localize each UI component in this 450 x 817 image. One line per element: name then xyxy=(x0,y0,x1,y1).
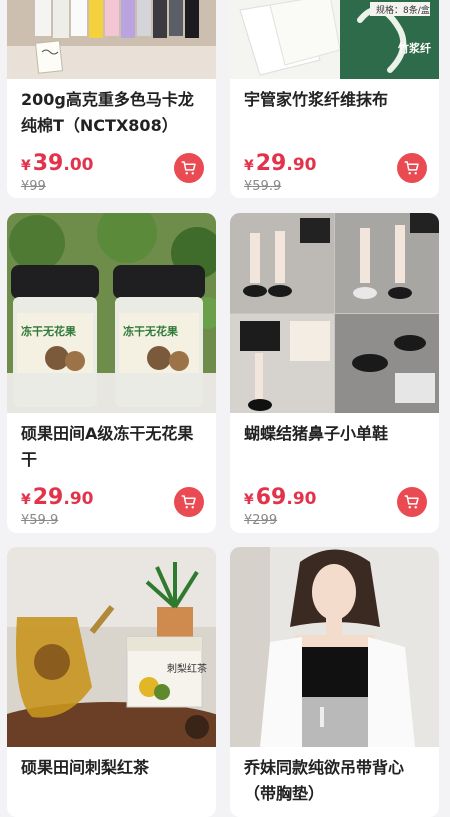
current-price: ¥69.90 xyxy=(244,485,317,510)
current-price: ¥29.90 xyxy=(244,151,317,176)
product-title[interactable]: 乔妹同款纯欲吊带背心（带胸垫） xyxy=(230,747,439,807)
jar-label-text: 冻干无花果 xyxy=(21,324,76,338)
bamboo-cloth-photo-icon: 规格：8条/盒 竹浆纤 xyxy=(230,0,439,79)
product-image[interactable]: 刺梨红茶 xyxy=(7,547,216,747)
price-integer: 29 xyxy=(32,485,64,510)
price-row: ¥69.90 ¥299 xyxy=(230,473,439,533)
product-image[interactable]: 规格：8条/盒 竹浆纤 xyxy=(230,0,439,79)
product-image[interactable] xyxy=(7,0,216,79)
shopping-cart-icon xyxy=(181,161,196,175)
product-image[interactable]: 冻干无花果 冻干无花果 xyxy=(7,213,216,413)
current-price: ¥39.00 xyxy=(21,151,94,176)
original-price: ¥59.9 xyxy=(21,513,59,528)
currency-symbol: ¥ xyxy=(244,492,254,508)
product-title[interactable]: 200g高克重多色马卡龙纯棉T（NCTX808） xyxy=(7,79,216,139)
dried-fig-jars-photo-icon: 冻干无花果 冻干无花果 xyxy=(7,213,216,413)
product-card[interactable]: 200g高克重多色马卡龙纯棉T（NCTX808） ¥39.00 ¥99 xyxy=(7,0,216,198)
price-decimal: .90 xyxy=(63,489,94,509)
tea-set-photo-icon: 刺梨红茶 xyxy=(7,547,216,747)
currency-symbol: ¥ xyxy=(21,158,31,174)
product-title[interactable]: 硕果田间刺梨红茶 xyxy=(7,747,216,807)
price-integer: 39 xyxy=(32,151,64,176)
price-decimal: .00 xyxy=(63,155,94,175)
add-to-cart-button[interactable] xyxy=(174,153,204,183)
jar-label-text: 冻干无花果 xyxy=(123,324,178,338)
add-to-cart-button[interactable] xyxy=(174,487,204,517)
box-label-text: 刺梨红茶 xyxy=(167,662,207,675)
current-price: ¥29.90 xyxy=(21,485,94,510)
price-row: ¥29.90 ¥59.9 xyxy=(7,473,216,533)
product-card[interactable]: 蝴蝶结猪鼻子小单鞋 ¥69.90 ¥299 xyxy=(230,213,439,533)
price-decimal: .90 xyxy=(286,489,317,509)
shopping-cart-icon xyxy=(181,495,196,509)
add-to-cart-button[interactable] xyxy=(397,153,427,183)
currency-symbol: ¥ xyxy=(244,158,254,174)
original-price: ¥299 xyxy=(244,513,278,528)
price-decimal: .90 xyxy=(286,155,317,175)
product-card[interactable]: 乔妹同款纯欲吊带背心（带胸垫） xyxy=(230,547,439,817)
product-title[interactable]: 蝴蝶结猪鼻子小单鞋 xyxy=(230,413,439,473)
price-integer: 69 xyxy=(255,485,287,510)
product-title[interactable]: 硕果田间A级冻干无花果干 xyxy=(7,413,216,473)
tshirt-rack-photo-icon xyxy=(7,0,216,79)
product-title[interactable]: 宇管家竹浆纤维抹布 xyxy=(230,79,439,139)
original-price: ¥99 xyxy=(21,179,46,194)
product-image[interactable] xyxy=(230,547,439,747)
price-row: ¥29.90 ¥59.9 xyxy=(230,139,439,198)
price-integer: 29 xyxy=(255,151,287,176)
image-spec-text: 规格：8条/盒 xyxy=(376,4,430,16)
price-row: ¥39.00 ¥99 xyxy=(7,139,216,198)
product-card[interactable]: 规格：8条/盒 竹浆纤 宇管家竹浆纤维抹布 ¥29.90 ¥59.9 xyxy=(230,0,439,198)
model-tank-top-photo-icon xyxy=(230,547,439,747)
add-to-cart-button[interactable] xyxy=(397,487,427,517)
product-card[interactable]: 刺梨红茶 硕果田间刺梨红茶 xyxy=(7,547,216,817)
product-card[interactable]: 冻干无花果 冻干无花果 硕果田间A级冻干无花果干 ¥29.90 ¥59.9 xyxy=(7,213,216,533)
currency-symbol: ¥ xyxy=(21,492,31,508)
image-label-text: 竹浆纤 xyxy=(397,41,431,55)
shopping-cart-icon xyxy=(404,161,419,175)
shoes-collage-photo-icon xyxy=(230,213,439,413)
product-image[interactable] xyxy=(230,213,439,413)
shopping-cart-icon xyxy=(404,495,419,509)
original-price: ¥59.9 xyxy=(244,179,282,194)
product-grid: 200g高克重多色马卡龙纯棉T（NCTX808） ¥39.00 ¥99 规格：8… xyxy=(0,0,450,817)
